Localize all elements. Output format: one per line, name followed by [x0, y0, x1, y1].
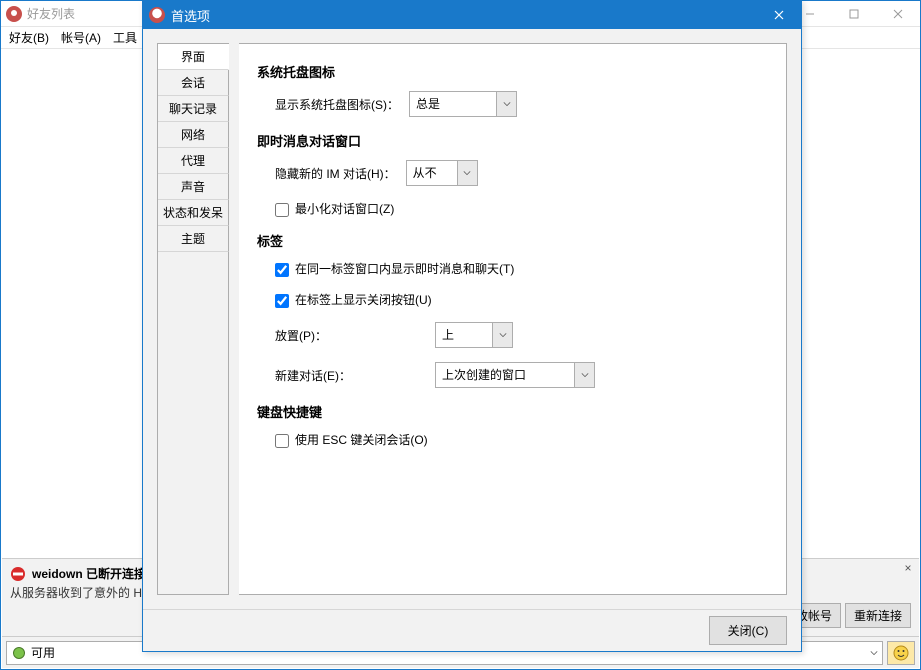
error-close-button[interactable]: × — [901, 561, 915, 575]
same-tab-checkbox[interactable] — [275, 263, 289, 277]
reconnect-button[interactable]: 重新连接 — [845, 603, 911, 628]
prefs-close-x[interactable] — [757, 1, 801, 29]
preferences-dialog: 首选项 界面 会话 聊天记录 网络 代理 声音 状态和发呆 主题 系统托盘图标 … — [142, 0, 802, 652]
tab-chatlog[interactable]: 聊天记录 — [158, 96, 229, 122]
tray-label: 显示系统托盘图标(S)： — [275, 96, 399, 113]
place-label: 放置(P)： — [275, 327, 353, 344]
newconv-label: 新建对话(E)： — [275, 367, 353, 384]
prefs-close-button[interactable]: 关闭(C) — [709, 616, 787, 645]
app-icon — [6, 6, 22, 22]
menu-tools[interactable]: 工具 — [109, 27, 141, 48]
same-tab-label: 在同一标签窗口内显示即时消息和聊天(T) — [295, 262, 514, 276]
app-icon — [149, 7, 165, 23]
show-close-label: 在标签上显示关闭按钮(U) — [295, 293, 432, 307]
status-emoji-button[interactable] — [887, 641, 915, 665]
prefs-tablist: 界面 会话 聊天记录 网络 代理 声音 状态和发呆 主题 — [157, 43, 229, 595]
esc-checkbox[interactable] — [275, 434, 289, 448]
smiley-icon — [893, 645, 909, 661]
minimize-checkbox-row[interactable]: 最小化对话窗口(Z) — [275, 200, 395, 217]
tab-network[interactable]: 网络 — [158, 122, 229, 148]
status-text: 可用 — [31, 644, 55, 661]
minimize-label: 最小化对话窗口(Z) — [295, 202, 394, 216]
show-close-checkbox[interactable] — [275, 294, 289, 308]
prefs-panel-interface: 系统托盘图标 显示系统托盘图标(S)： 总是 即时消息对话窗口 隐藏新的 IM … — [239, 43, 787, 595]
status-available-icon — [13, 647, 25, 659]
section-im: 即时消息对话窗口 — [257, 131, 768, 150]
place-select[interactable]: 上 — [435, 322, 513, 348]
prefs-titlebar: 首选项 — [143, 1, 801, 29]
tab-proxy[interactable]: 代理 — [158, 148, 229, 174]
menu-buddies[interactable]: 好友(B) — [5, 27, 53, 48]
window-controls — [788, 1, 920, 27]
section-keys: 键盘快捷键 — [257, 402, 768, 421]
tray-select[interactable]: 总是 — [409, 91, 517, 117]
esc-row[interactable]: 使用 ESC 键关闭会话(O) — [275, 431, 428, 448]
minimize-checkbox[interactable] — [275, 203, 289, 217]
newconv-select[interactable]: 上次创建的窗口 — [435, 362, 595, 388]
main-close-button[interactable] — [876, 1, 920, 27]
no-entry-icon — [10, 566, 26, 582]
section-tray: 系统托盘图标 — [257, 62, 768, 81]
tab-interface[interactable]: 界面 — [158, 44, 229, 70]
tab-status[interactable]: 状态和发呆 — [158, 200, 229, 226]
show-close-row[interactable]: 在标签上显示关闭按钮(U) — [275, 291, 432, 308]
tab-conversation[interactable]: 会话 — [158, 70, 229, 96]
menu-account[interactable]: 帐号(A) — [57, 27, 105, 48]
tab-theme[interactable]: 主题 — [158, 226, 229, 252]
maximize-button[interactable] — [832, 1, 876, 27]
same-tab-row[interactable]: 在同一标签窗口内显示即时消息和聊天(T) — [275, 260, 514, 277]
esc-label: 使用 ESC 键关闭会话(O) — [295, 433, 428, 447]
section-tabs: 标签 — [257, 231, 768, 250]
hide-select[interactable]: 从不 — [406, 160, 478, 186]
hide-label: 隐藏新的 IM 对话(H)： — [275, 165, 396, 182]
tab-sound[interactable]: 声音 — [158, 174, 229, 200]
prefs-title: 首选项 — [171, 6, 757, 25]
chevron-down-icon — [870, 646, 878, 660]
error-title: weidown 已断开连接 — [32, 565, 146, 582]
prefs-footer: 关闭(C) — [143, 609, 801, 651]
